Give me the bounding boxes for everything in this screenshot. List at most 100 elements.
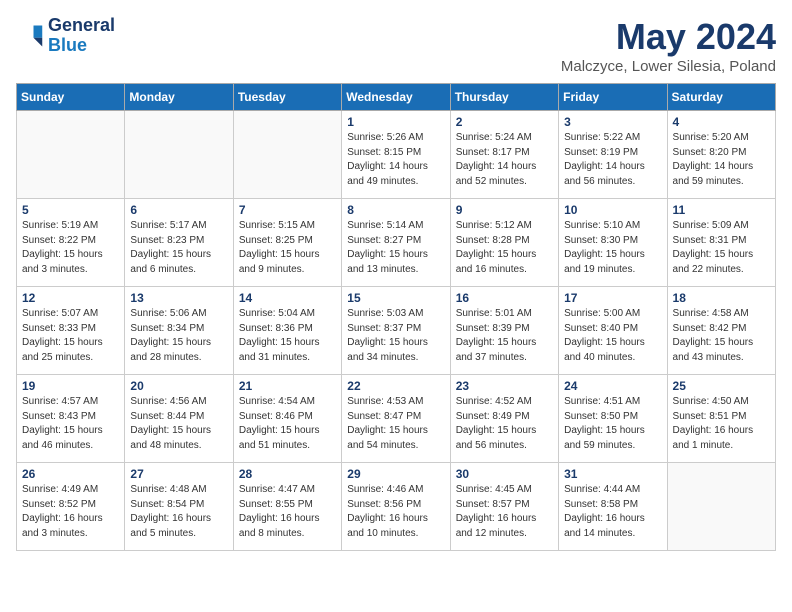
calendar-table: SundayMondayTuesdayWednesdayThursdayFrid…	[16, 83, 776, 551]
day-number: 5	[22, 203, 119, 217]
day-info: Sunrise: 4:57 AM Sunset: 8:43 PM Dayligh…	[22, 395, 119, 453]
weekday-header-tuesday: Tuesday	[233, 84, 341, 111]
calendar-cell	[667, 463, 775, 551]
calendar-cell: 22Sunrise: 4:53 AM Sunset: 8:47 PM Dayli…	[342, 375, 450, 463]
calendar-cell	[125, 111, 233, 199]
calendar-subtitle: Malczyce, Lower Silesia, Poland	[561, 58, 776, 75]
day-number: 22	[347, 379, 444, 393]
day-number: 26	[22, 467, 119, 481]
day-info: Sunrise: 5:19 AM Sunset: 8:22 PM Dayligh…	[22, 219, 119, 277]
day-info: Sunrise: 4:50 AM Sunset: 8:51 PM Dayligh…	[673, 395, 770, 453]
calendar-cell: 6 Sunrise: 5:17 AM Sunset: 8:23 PM Daylig…	[125, 199, 233, 287]
logo-text: General Blue	[48, 16, 115, 56]
day-number: 8	[347, 203, 444, 217]
day-info: Sunrise: 5:26 AM Sunset: 8:15 PM Dayligh…	[347, 131, 444, 189]
day-info: Sunrise: 5:12 AM Sunset: 8:28 PM Dayligh…	[456, 219, 553, 277]
day-number: 1	[347, 115, 444, 129]
day-info: Sunrise: 5:10 AM Sunset: 8:30 PM Dayligh…	[564, 219, 661, 277]
calendar-cell: 13 Sunrise: 5:06 AM Sunset: 8:34 PM Dayli…	[125, 287, 233, 375]
calendar-cell: 15 Sunrise: 5:03 AM Sunset: 8:37 PM Dayli…	[342, 287, 450, 375]
week-row-1: 1 Sunrise: 5:26 AM Sunset: 8:15 PM Daylig…	[17, 111, 776, 199]
calendar-cell: 20 Sunrise: 4:56 AM Sunset: 8:44 PM Dayli…	[125, 375, 233, 463]
day-number: 7	[239, 203, 336, 217]
day-number: 20	[130, 379, 227, 393]
weekday-header-friday: Friday	[559, 84, 667, 111]
day-number: 27	[130, 467, 227, 481]
day-info: Sunrise: 5:04 AM Sunset: 8:36 PM Dayligh…	[239, 307, 336, 365]
calendar-cell: 12Sunrise: 5:07 AM Sunset: 8:33 PM Dayli…	[17, 287, 125, 375]
day-number: 6	[130, 203, 227, 217]
calendar-cell: 29 Sunrise: 4:46 AM Sunset: 8:56 PM Dayli…	[342, 463, 450, 551]
calendar-cell: 24Sunrise: 4:51 AM Sunset: 8:50 PM Dayli…	[559, 375, 667, 463]
day-info: Sunrise: 5:03 AM Sunset: 8:37 PM Dayligh…	[347, 307, 444, 365]
weekday-header-wednesday: Wednesday	[342, 84, 450, 111]
weekday-header-monday: Monday	[125, 84, 233, 111]
day-number: 31	[564, 467, 661, 481]
week-row-2: 5 Sunrise: 5:19 AM Sunset: 8:22 PM Daylig…	[17, 199, 776, 287]
calendar-cell: 18Sunrise: 4:58 AM Sunset: 8:42 PM Dayli…	[667, 287, 775, 375]
calendar-cell: 17Sunrise: 5:00 AM Sunset: 8:40 PM Dayli…	[559, 287, 667, 375]
calendar-cell: 10 Sunrise: 5:10 AM Sunset: 8:30 PM Dayli…	[559, 199, 667, 287]
day-number: 30	[456, 467, 553, 481]
day-info: Sunrise: 4:54 AM Sunset: 8:46 PM Dayligh…	[239, 395, 336, 453]
calendar-title-block: May 2024 Malczyce, Lower Silesia, Poland	[561, 16, 776, 75]
day-number: 29	[347, 467, 444, 481]
calendar-cell: 4Sunrise: 5:20 AM Sunset: 8:20 PM Daylig…	[667, 111, 775, 199]
calendar-cell: 19 Sunrise: 4:57 AM Sunset: 8:43 PM Dayli…	[17, 375, 125, 463]
calendar-cell: 28 Sunrise: 4:47 AM Sunset: 8:55 PM Dayli…	[233, 463, 341, 551]
day-info: Sunrise: 5:17 AM Sunset: 8:23 PM Dayligh…	[130, 219, 227, 277]
calendar-cell: 2Sunrise: 5:24 AM Sunset: 8:17 PM Daylig…	[450, 111, 558, 199]
day-number: 19	[22, 379, 119, 393]
day-number: 16	[456, 291, 553, 305]
calendar-cell: 21 Sunrise: 4:54 AM Sunset: 8:46 PM Dayli…	[233, 375, 341, 463]
day-info: Sunrise: 5:00 AM Sunset: 8:40 PM Dayligh…	[564, 307, 661, 365]
day-info: Sunrise: 5:14 AM Sunset: 8:27 PM Dayligh…	[347, 219, 444, 277]
day-number: 11	[673, 203, 770, 217]
calendar-cell	[17, 111, 125, 199]
day-info: Sunrise: 5:22 AM Sunset: 8:19 PM Dayligh…	[564, 131, 661, 189]
calendar-cell: 14 Sunrise: 5:04 AM Sunset: 8:36 PM Dayli…	[233, 287, 341, 375]
day-info: Sunrise: 4:49 AM Sunset: 8:52 PM Dayligh…	[22, 483, 119, 541]
day-number: 24	[564, 379, 661, 393]
day-info: Sunrise: 4:47 AM Sunset: 8:55 PM Dayligh…	[239, 483, 336, 541]
day-info: Sunrise: 5:07 AM Sunset: 8:33 PM Dayligh…	[22, 307, 119, 365]
week-row-3: 12Sunrise: 5:07 AM Sunset: 8:33 PM Dayli…	[17, 287, 776, 375]
calendar-cell: 9Sunrise: 5:12 AM Sunset: 8:28 PM Daylig…	[450, 199, 558, 287]
calendar-cell: 1 Sunrise: 5:26 AM Sunset: 8:15 PM Daylig…	[342, 111, 450, 199]
weekday-header-thursday: Thursday	[450, 84, 558, 111]
day-info: Sunrise: 4:45 AM Sunset: 8:57 PM Dayligh…	[456, 483, 553, 541]
calendar-cell: 5 Sunrise: 5:19 AM Sunset: 8:22 PM Daylig…	[17, 199, 125, 287]
day-number: 13	[130, 291, 227, 305]
day-info: Sunrise: 4:46 AM Sunset: 8:56 PM Dayligh…	[347, 483, 444, 541]
day-info: Sunrise: 4:52 AM Sunset: 8:49 PM Dayligh…	[456, 395, 553, 453]
calendar-cell	[233, 111, 341, 199]
logo: General Blue	[16, 16, 115, 56]
day-info: Sunrise: 5:15 AM Sunset: 8:25 PM Dayligh…	[239, 219, 336, 277]
day-info: Sunrise: 5:06 AM Sunset: 8:34 PM Dayligh…	[130, 307, 227, 365]
day-info: Sunrise: 4:44 AM Sunset: 8:58 PM Dayligh…	[564, 483, 661, 541]
week-row-5: 26 Sunrise: 4:49 AM Sunset: 8:52 PM Dayli…	[17, 463, 776, 551]
weekday-header-saturday: Saturday	[667, 84, 775, 111]
day-number: 15	[347, 291, 444, 305]
calendar-cell: 16 Sunrise: 5:01 AM Sunset: 8:39 PM Dayli…	[450, 287, 558, 375]
calendar-title: May 2024	[561, 16, 776, 58]
page-header: General Blue May 2024 Malczyce, Lower Si…	[16, 16, 776, 75]
calendar-cell: 3 Sunrise: 5:22 AM Sunset: 8:19 PM Daylig…	[559, 111, 667, 199]
day-number: 23	[456, 379, 553, 393]
calendar-cell: 7 Sunrise: 5:15 AM Sunset: 8:25 PM Daylig…	[233, 199, 341, 287]
week-row-4: 19 Sunrise: 4:57 AM Sunset: 8:43 PM Dayli…	[17, 375, 776, 463]
day-info: Sunrise: 5:01 AM Sunset: 8:39 PM Dayligh…	[456, 307, 553, 365]
day-number: 18	[673, 291, 770, 305]
calendar-cell: 11Sunrise: 5:09 AM Sunset: 8:31 PM Dayli…	[667, 199, 775, 287]
day-number: 28	[239, 467, 336, 481]
calendar-cell: 26 Sunrise: 4:49 AM Sunset: 8:52 PM Dayli…	[17, 463, 125, 551]
day-number: 25	[673, 379, 770, 393]
day-number: 21	[239, 379, 336, 393]
day-info: Sunrise: 4:56 AM Sunset: 8:44 PM Dayligh…	[130, 395, 227, 453]
day-number: 14	[239, 291, 336, 305]
day-number: 10	[564, 203, 661, 217]
calendar-cell: 30 Sunrise: 4:45 AM Sunset: 8:57 PM Dayli…	[450, 463, 558, 551]
day-number: 2	[456, 115, 553, 129]
day-number: 3	[564, 115, 661, 129]
calendar-cell: 8 Sunrise: 5:14 AM Sunset: 8:27 PM Daylig…	[342, 199, 450, 287]
